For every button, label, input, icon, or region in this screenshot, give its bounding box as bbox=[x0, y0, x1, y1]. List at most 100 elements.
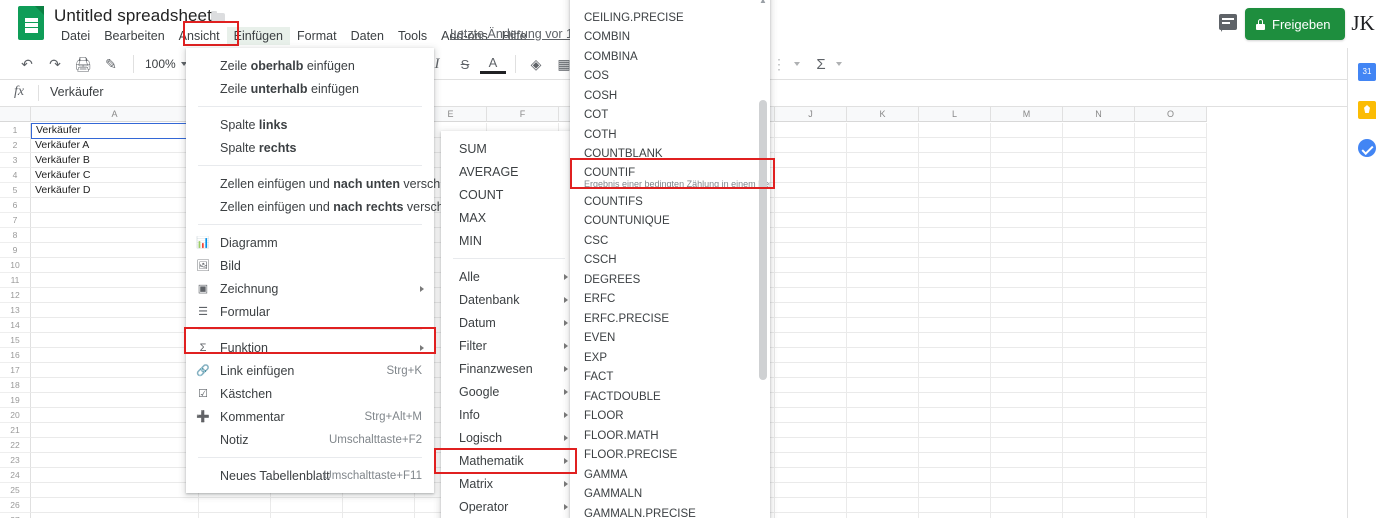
function-menu-item-min[interactable]: MIN bbox=[441, 229, 577, 252]
cell-N1[interactable] bbox=[1063, 123, 1135, 138]
function-menu-item-average[interactable]: AVERAGE bbox=[441, 160, 577, 183]
cell-J13[interactable] bbox=[775, 303, 847, 318]
math-menu-item-coth[interactable]: COTH bbox=[570, 125, 770, 145]
cell-N6[interactable] bbox=[1063, 198, 1135, 213]
math-menu-item-cosh[interactable]: COSH bbox=[570, 86, 770, 106]
cell-O23[interactable] bbox=[1135, 453, 1207, 468]
math-menu-item-floor-math[interactable]: FLOOR.MATH bbox=[570, 426, 770, 446]
math-menu-item-erfc[interactable]: ERFC bbox=[570, 290, 770, 310]
cell-A14[interactable] bbox=[31, 318, 199, 333]
row-header-12[interactable]: 12 bbox=[0, 288, 31, 303]
cell-K23[interactable] bbox=[847, 453, 919, 468]
zoom-selector[interactable]: 100% bbox=[141, 57, 191, 71]
cell-K14[interactable] bbox=[847, 318, 919, 333]
math-menu-item-gammaln[interactable]: GAMMALN bbox=[570, 485, 770, 505]
cell-N9[interactable] bbox=[1063, 243, 1135, 258]
cell-A11[interactable] bbox=[31, 273, 199, 288]
cell-A7[interactable] bbox=[31, 213, 199, 228]
cell-J8[interactable] bbox=[775, 228, 847, 243]
row-header-9[interactable]: 9 bbox=[0, 243, 31, 258]
function-menu-item-logisch[interactable]: Logisch bbox=[441, 426, 577, 449]
cell-L14[interactable] bbox=[919, 318, 991, 333]
math-menu-item-even[interactable]: EVEN bbox=[570, 329, 770, 349]
math-menu-item-erfc-precise[interactable]: ERFC.PRECISE bbox=[570, 309, 770, 329]
cell-M9[interactable] bbox=[991, 243, 1063, 258]
chevron-up-icon[interactable]: ▲ bbox=[759, 0, 767, 5]
cell-K6[interactable] bbox=[847, 198, 919, 213]
row-header-7[interactable]: 7 bbox=[0, 213, 31, 228]
cell-A27[interactable] bbox=[31, 513, 199, 518]
cell-A3[interactable]: Verkäufer B bbox=[31, 153, 199, 168]
avatar[interactable]: JK bbox=[1348, 8, 1378, 38]
menu-format[interactable]: Format bbox=[290, 27, 344, 45]
cell-N10[interactable] bbox=[1063, 258, 1135, 273]
cell-O10[interactable] bbox=[1135, 258, 1207, 273]
row-header-20[interactable]: 20 bbox=[0, 408, 31, 423]
insert-menu-item-chart[interactable]: 📊 Diagramm bbox=[186, 231, 434, 254]
cell-O1[interactable] bbox=[1135, 123, 1207, 138]
cell-M27[interactable] bbox=[991, 513, 1063, 518]
menu-bearbeiten[interactable]: Bearbeiten bbox=[97, 27, 171, 45]
cell-O12[interactable] bbox=[1135, 288, 1207, 303]
menu-tools[interactable]: Tools bbox=[391, 27, 434, 45]
fill-color-icon[interactable]: ◈ bbox=[523, 51, 549, 77]
cell-O27[interactable] bbox=[1135, 513, 1207, 518]
cell-M24[interactable] bbox=[991, 468, 1063, 483]
cell-J14[interactable] bbox=[775, 318, 847, 333]
cell-L4[interactable] bbox=[919, 168, 991, 183]
cell-N13[interactable] bbox=[1063, 303, 1135, 318]
cell-L11[interactable] bbox=[919, 273, 991, 288]
insert-menu-item-link[interactable]: 🔗 Link einfügen Strg+K bbox=[186, 359, 434, 382]
math-menu-item-fact[interactable]: FACT bbox=[570, 368, 770, 388]
cell-M3[interactable] bbox=[991, 153, 1063, 168]
cell-A15[interactable] bbox=[31, 333, 199, 348]
cell-K10[interactable] bbox=[847, 258, 919, 273]
cell-O16[interactable] bbox=[1135, 348, 1207, 363]
row-header-24[interactable]: 24 bbox=[0, 468, 31, 483]
share-button[interactable]: Freigeben bbox=[1245, 8, 1345, 40]
cell-M12[interactable] bbox=[991, 288, 1063, 303]
cell-K8[interactable] bbox=[847, 228, 919, 243]
cell-O20[interactable] bbox=[1135, 408, 1207, 423]
cell-O4[interactable] bbox=[1135, 168, 1207, 183]
math-functions-submenu[interactable]: CEILING.PRECISE COMBIN COMBINA COS COSH COT CO… bbox=[570, 0, 770, 518]
math-menu-item-degrees[interactable]: DEGREES bbox=[570, 270, 770, 290]
cell-N15[interactable] bbox=[1063, 333, 1135, 348]
insert-menu-item-cells-right[interactable]: Zellen einfügen und nach rechts verschie… bbox=[186, 195, 474, 218]
cell-L7[interactable] bbox=[919, 213, 991, 228]
cell-J20[interactable] bbox=[775, 408, 847, 423]
cell-K13[interactable] bbox=[847, 303, 919, 318]
cell-K27[interactable] bbox=[847, 513, 919, 518]
cell-N12[interactable] bbox=[1063, 288, 1135, 303]
cell-M17[interactable] bbox=[991, 363, 1063, 378]
cell-L20[interactable] bbox=[919, 408, 991, 423]
column-header-l[interactable]: L bbox=[919, 107, 991, 122]
google-tasks-icon[interactable] bbox=[1358, 139, 1376, 157]
cell-L13[interactable] bbox=[919, 303, 991, 318]
cell-O24[interactable] bbox=[1135, 468, 1207, 483]
math-menu-item-cot[interactable]: COT bbox=[570, 106, 770, 126]
cell-J25[interactable] bbox=[775, 483, 847, 498]
cell-A5[interactable]: Verkäufer D bbox=[31, 183, 199, 198]
cell-O25[interactable] bbox=[1135, 483, 1207, 498]
cell-A9[interactable] bbox=[31, 243, 199, 258]
math-menu-item-csch[interactable]: CSCH bbox=[570, 251, 770, 271]
cell-A1[interactable]: Verkäufer bbox=[31, 123, 199, 139]
cell-M8[interactable] bbox=[991, 228, 1063, 243]
cell-O19[interactable] bbox=[1135, 393, 1207, 408]
math-menu-item-csc[interactable]: CSC bbox=[570, 231, 770, 251]
cell-N23[interactable] bbox=[1063, 453, 1135, 468]
cell-K7[interactable] bbox=[847, 213, 919, 228]
cell-J21[interactable] bbox=[775, 423, 847, 438]
cell-K20[interactable] bbox=[847, 408, 919, 423]
cell-A25[interactable] bbox=[31, 483, 199, 498]
math-menu-item-ceiling-precise[interactable]: CEILING.PRECISE bbox=[570, 8, 770, 28]
cell-J2[interactable] bbox=[775, 138, 847, 153]
cell-L12[interactable] bbox=[919, 288, 991, 303]
cell-M10[interactable] bbox=[991, 258, 1063, 273]
math-menu-scrollbar[interactable]: ▲ bbox=[759, 0, 767, 516]
cell-J10[interactable] bbox=[775, 258, 847, 273]
cell-A2[interactable]: Verkäufer A bbox=[31, 138, 199, 153]
column-header-o[interactable]: O bbox=[1135, 107, 1207, 122]
cell-M25[interactable] bbox=[991, 483, 1063, 498]
